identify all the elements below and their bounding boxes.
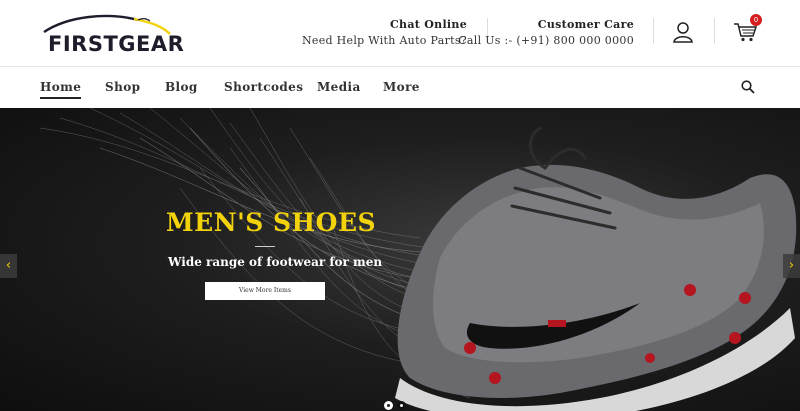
nav-item-media[interactable]: Media (317, 80, 361, 94)
cart-count-badge: 0 (750, 14, 762, 26)
nav-item-blog[interactable]: Blog (165, 80, 198, 94)
nav-item-shop[interactable]: Shop (105, 80, 140, 94)
search-icon[interactable] (741, 80, 755, 94)
nav-item-home[interactable]: Home (40, 80, 82, 99)
customer-care-phone: Call Us :- (+91) 800 000 0000 (458, 34, 634, 47)
chevron-left-icon: ‹ (5, 258, 12, 273)
hero-title: MEN'S SHOES (166, 208, 377, 237)
chevron-right-icon: › (788, 258, 795, 273)
customer-care-info: Customer Care Call Us :- (+91) 800 000 0… (458, 17, 634, 49)
slider-next-button[interactable]: › (783, 254, 800, 278)
nav-item-more[interactable]: More (383, 80, 420, 94)
hero-subtitle: Wide range of footwear for men (168, 255, 383, 269)
nav-item-shortcodes[interactable]: Shortcodes (224, 80, 303, 94)
view-more-items-button[interactable]: View More Items (205, 282, 325, 300)
customer-care-title: Customer Care (537, 18, 634, 31)
header-divider (714, 18, 715, 44)
slider-prev-button[interactable]: ‹ (0, 254, 17, 278)
logo-text: FIRSTGEAR (48, 32, 185, 56)
slider-dot-2[interactable] (397, 401, 406, 410)
shoe-product-image (39, 108, 797, 411)
slider-dot-1[interactable] (384, 401, 393, 410)
user-account-icon[interactable] (672, 21, 694, 43)
hero-divider (255, 246, 275, 247)
chat-online-info[interactable]: Chat Online Need Help With Auto Parts? (302, 17, 467, 49)
hero-slider: MEN'S SHOES Wide range of footwear for m… (0, 108, 800, 411)
header-divider (653, 18, 654, 44)
chat-online-subtitle: Need Help With Auto Parts? (301, 34, 467, 47)
main-navigation: Home Shop Blog Shortcodes Media More (0, 66, 800, 108)
chat-online-title: Chat Online (389, 18, 467, 31)
site-header: FIRSTGEAR Chat Online Need Help With Aut… (0, 0, 800, 66)
site-logo[interactable]: FIRSTGEAR (38, 10, 184, 56)
